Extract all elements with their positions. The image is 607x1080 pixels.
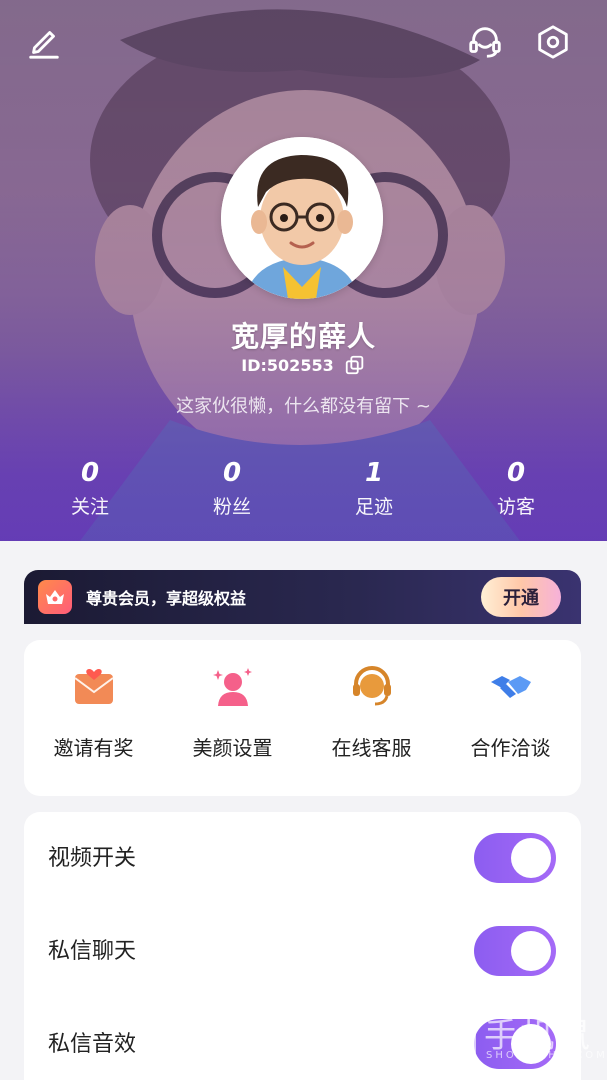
- settings-hexagon-icon: [538, 25, 568, 59]
- action-cooperation[interactable]: 合作洽谈: [441, 640, 580, 796]
- stat-label: 访客: [496, 496, 535, 518]
- stat-footprint[interactable]: 1 足迹: [304, 455, 444, 523]
- action-invite-reward[interactable]: 邀请有奖: [24, 640, 163, 796]
- switch-knob: [511, 931, 551, 971]
- stat-value: 0: [80, 458, 100, 488]
- stat-visitors[interactable]: 0 访客: [446, 455, 586, 523]
- beauty-avatar-icon: [213, 668, 252, 706]
- watermark-logo: [424, 1010, 476, 1062]
- toggle-label: 视频开关: [48, 846, 137, 871]
- settings-button[interactable]: [531, 20, 575, 64]
- toggle-row-private-chat: 私信聊天: [24, 905, 581, 997]
- action-label: 在线客服: [331, 736, 412, 760]
- toggle-label: 私信聊天: [48, 939, 137, 964]
- avatar[interactable]: [221, 137, 383, 299]
- edit-pencil-icon: [29, 31, 59, 59]
- stat-following[interactable]: 0 关注: [20, 455, 160, 523]
- stat-label: 足迹: [354, 496, 393, 518]
- site-watermark: 手机鼠 SHOUJISHU.COM: [424, 1006, 605, 1070]
- user-id-row: ID:502553: [0, 354, 607, 376]
- switch-knob: [511, 838, 551, 878]
- toggle-label: 私信音效: [48, 1032, 137, 1057]
- vip-activate-button[interactable]: 开通: [481, 577, 561, 617]
- vip-banner[interactable]: 尊贵会员，享超级权益 开通: [24, 570, 581, 624]
- vip-crown-badge: [38, 580, 72, 614]
- copy-id-button[interactable]: [344, 354, 366, 376]
- stat-label: 粉丝: [212, 496, 251, 518]
- user-bio: 这家伙很懒，什么都没有留下 ~: [176, 396, 431, 417]
- headset-icon: [469, 27, 501, 58]
- quick-actions-card: 邀请有奖 美颜设置 在线客服 合作洽谈: [24, 640, 581, 796]
- customer-support-button[interactable]: [463, 20, 507, 64]
- stat-label: 关注: [70, 496, 109, 518]
- headset-agent-icon: [353, 666, 391, 706]
- username: 宽厚的薛人: [230, 320, 376, 353]
- action-beauty-settings[interactable]: 美颜设置: [163, 640, 302, 796]
- gift-envelope-icon: [74, 668, 114, 704]
- handshake-icon: [491, 676, 531, 698]
- user-id: ID:502553: [241, 355, 334, 375]
- stat-fans[interactable]: 0 粉丝: [162, 455, 302, 523]
- toggle-row-video: 视频开关: [24, 812, 581, 904]
- copy-icon: [345, 355, 363, 375]
- action-online-service[interactable]: 在线客服: [302, 640, 441, 796]
- stat-value: 0: [506, 458, 526, 488]
- profile-header: 宽厚的薛人 ID:502553 这家伙很懒，什么都没有留下 ~ 0 关注 0 粉…: [0, 0, 607, 541]
- stat-value: 1: [364, 458, 384, 488]
- vip-text: 尊贵会员，享超级权益: [86, 589, 247, 608]
- action-label: 美颜设置: [192, 736, 273, 760]
- vip-crown-icon: [46, 590, 64, 604]
- private-chat-toggle-switch[interactable]: [474, 926, 556, 976]
- action-label: 合作洽谈: [470, 736, 551, 760]
- video-toggle-switch[interactable]: [474, 833, 556, 883]
- avatar-image: [221, 137, 383, 299]
- edit-profile-button[interactable]: [22, 20, 66, 64]
- stats-row: 0 关注 0 粉丝 1 足迹 0 访客: [0, 455, 607, 535]
- watermark-subtext: SHOUJISHU.COM: [486, 1050, 607, 1061]
- stat-value: 0: [222, 458, 242, 488]
- action-label: 邀请有奖: [53, 736, 134, 760]
